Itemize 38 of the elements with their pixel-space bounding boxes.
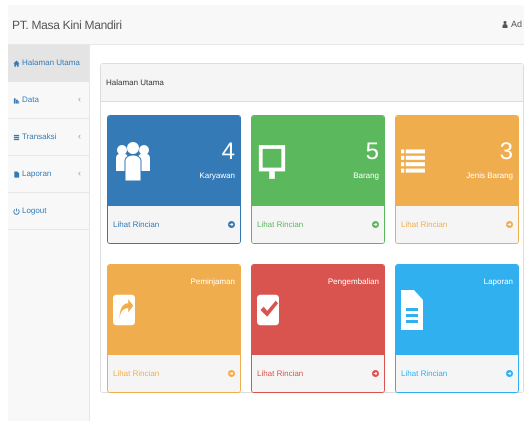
list-icon (401, 147, 425, 175)
share-icon (113, 294, 135, 326)
arrow-circle-right-icon (372, 370, 379, 377)
user-icon (500, 20, 509, 29)
power-icon (13, 208, 20, 214)
checkbox-icon (257, 294, 279, 326)
sidebar-item[interactable]: Halaman Utama (8, 45, 89, 82)
card-label: Barang (353, 170, 379, 182)
card-label: Peminjaman (190, 276, 235, 288)
caret-icon: ‹ (78, 93, 81, 107)
details-link[interactable]: Lihat Rincian (252, 355, 384, 392)
document-icon (401, 290, 423, 330)
card-label: Jenis Barang (466, 170, 513, 182)
monitor-icon (257, 142, 287, 180)
details-link[interactable]: Lihat Rincian (396, 355, 518, 392)
file-icon (13, 170, 20, 178)
arrow-circle-right-icon (228, 221, 235, 228)
home-icon (13, 60, 20, 66)
user-menu[interactable]: Ad (500, 18, 522, 32)
arrow-circle-right-icon (506, 370, 513, 377)
card-label: Pengembalian (328, 276, 379, 288)
brand-title[interactable]: PT. Masa Kini Mandiri (12, 16, 122, 34)
card-label: Laporan (484, 276, 513, 288)
arrow-circle-right-icon (372, 221, 379, 228)
count: 3 (500, 140, 513, 164)
details-link[interactable]: Lihat Rincian (252, 206, 384, 243)
arrow-circle-right-icon (506, 221, 513, 228)
users-icon (113, 139, 153, 183)
count: 5 (366, 140, 379, 164)
panel-heading: Halaman Utama (101, 64, 523, 102)
details-link[interactable]: Lihat Rincian (108, 206, 240, 243)
list-icon (13, 134, 20, 140)
count: 4 (222, 140, 235, 164)
caret-icon: ‹ (78, 130, 81, 144)
bar-chart-icon (13, 96, 20, 104)
arrow-circle-right-icon (228, 370, 235, 377)
caret-icon: ‹ (78, 167, 81, 181)
card-label: Karyawan (199, 170, 235, 182)
